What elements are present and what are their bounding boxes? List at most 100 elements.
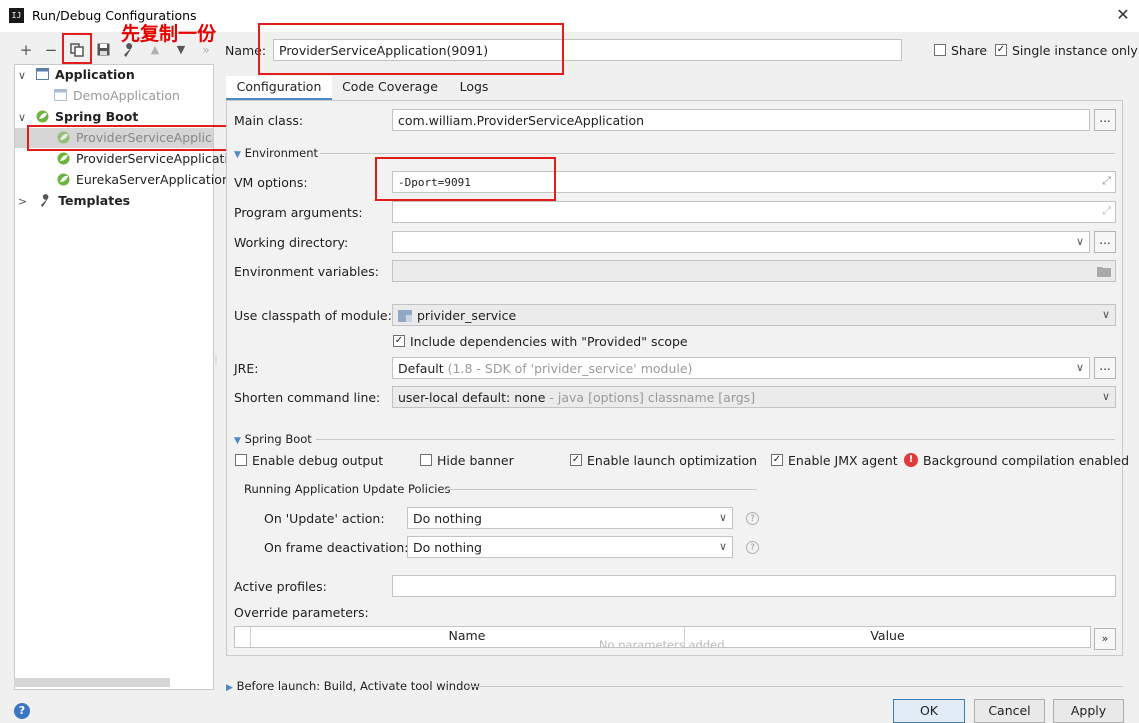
- on-update-select[interactable]: Do nothing ∨: [407, 507, 733, 529]
- tree-node-templates[interactable]: > Templates: [18, 191, 130, 211]
- working-dir-input[interactable]: ∨: [392, 231, 1090, 253]
- chevron-right-icon: >: [18, 195, 28, 208]
- tree-item-demo-application[interactable]: DemoApplication: [54, 86, 180, 106]
- jmx-agent-checkbox[interactable]: ✓: [771, 454, 783, 466]
- jre-field: Default (1.8 - SDK of 'privider_service'…: [398, 361, 692, 376]
- chevron-down-icon: ∨: [718, 540, 727, 553]
- ok-button[interactable]: OK: [893, 699, 965, 723]
- divider: [467, 686, 1123, 687]
- tree-item-label: EurekaServerApplication: [75, 172, 230, 187]
- share-label: Share: [951, 43, 988, 58]
- main-class-browse-button[interactable]: ...: [1094, 109, 1116, 131]
- working-dir-label: Working directory:: [234, 235, 349, 250]
- hide-banner-label: Hide banner: [437, 453, 514, 468]
- chevron-down-icon: ∨: [18, 69, 27, 82]
- expand-field-icon[interactable]: ⤢: [1102, 204, 1111, 218]
- apply-button[interactable]: Apply: [1053, 699, 1124, 723]
- environment-section[interactable]: ▼ Environment: [234, 146, 318, 160]
- tree-label-application: Application: [55, 67, 135, 82]
- help-icon[interactable]: ?: [746, 512, 759, 525]
- debug-output-checkbox[interactable]: [235, 454, 247, 466]
- on-frame-label: On frame deactivation:: [264, 540, 409, 555]
- working-dir-browse-button[interactable]: ...: [1094, 231, 1116, 253]
- spring-boot-section-label: Spring Boot: [244, 432, 312, 446]
- annotation-copy-first: 先复制一份: [121, 23, 217, 45]
- active-profiles-input[interactable]: [392, 575, 1116, 597]
- annotation-box-name: [258, 23, 564, 75]
- main-class-input[interactable]: com.william.ProviderServiceApplication: [392, 109, 1090, 131]
- environment-section-label: Environment: [244, 146, 319, 160]
- save-configuration-button[interactable]: [93, 40, 113, 60]
- include-deps-label: Include dependencies with "Provided" sco…: [410, 334, 688, 349]
- chevron-down-icon: ∨: [718, 511, 727, 524]
- before-launch-label: Before launch: Build, Activate tool wind…: [236, 679, 480, 693]
- tab-configuration[interactable]: Configuration: [226, 76, 332, 100]
- jre-value: Default: [398, 361, 444, 376]
- shorten-field: user-local default: none - java [options…: [398, 390, 755, 405]
- divider: [443, 489, 757, 490]
- main-class-value: com.william.ProviderServiceApplication: [398, 113, 645, 128]
- classpath-value: privider_service: [417, 308, 517, 323]
- chevron-down-icon[interactable]: ∨: [1076, 235, 1084, 248]
- program-args-label: Program arguments:: [234, 205, 363, 220]
- single-instance-checkbox[interactable]: ✓: [995, 44, 1007, 56]
- folder-icon[interactable]: [1097, 266, 1111, 277]
- spring-boot-icon: [36, 110, 49, 123]
- tree-node-application[interactable]: ∨ Application: [18, 65, 135, 85]
- collapse-icon: ▶: [226, 683, 233, 693]
- tree-label-templates: Templates: [58, 193, 131, 208]
- expand-icon: ▼: [234, 150, 241, 160]
- application-icon: [54, 89, 67, 101]
- tree-item-label: DemoApplication: [72, 88, 180, 103]
- on-frame-select[interactable]: Do nothing ∨: [407, 536, 733, 558]
- program-args-input[interactable]: ⤢: [392, 201, 1116, 223]
- classpath-select[interactable]: privider_service ∨: [392, 304, 1116, 326]
- expand-field-icon[interactable]: ⤢: [1102, 174, 1111, 188]
- chevron-down-icon: ∨: [1075, 361, 1084, 374]
- configuration-tree[interactable]: ∨ Application DemoApplication ∨ Spring B…: [14, 64, 244, 690]
- splitter-handle[interactable]: ⋮ ⋮: [212, 354, 220, 372]
- bg-compilation-label: Background compilation enabled: [923, 453, 1130, 468]
- help-button[interactable]: ?: [14, 703, 30, 719]
- active-profiles-label: Active profiles:: [234, 579, 327, 594]
- include-deps-checkbox[interactable]: ✓: [393, 335, 405, 347]
- single-instance-label: Single instance only: [1012, 43, 1138, 58]
- before-launch-section[interactable]: ▶ Before launch: Build, Activate tool wi…: [226, 679, 480, 693]
- help-icon[interactable]: ?: [746, 541, 759, 554]
- launch-optimization-checkbox[interactable]: ✓: [570, 454, 582, 466]
- module-icon: [398, 310, 412, 322]
- shorten-hint: - java [options] classname [args]: [549, 390, 756, 405]
- cancel-button[interactable]: Cancel: [974, 699, 1045, 723]
- remove-configuration-button[interactable]: −: [41, 40, 61, 60]
- override-params-table[interactable]: Name Value No parameters added.: [234, 626, 1091, 648]
- env-vars-input[interactable]: [392, 260, 1116, 282]
- share-checkbox[interactable]: [934, 44, 946, 56]
- shorten-value: user-local default: none: [398, 390, 546, 405]
- add-configuration-button[interactable]: +: [16, 40, 36, 60]
- shorten-select[interactable]: user-local default: none - java [options…: [392, 386, 1116, 408]
- application-icon: [36, 68, 50, 80]
- tree-item-eureka[interactable]: EurekaServerApplication: [57, 170, 230, 190]
- tab-logs[interactable]: Logs: [451, 76, 497, 100]
- hide-banner-checkbox[interactable]: [420, 454, 432, 466]
- spring-boot-icon: [57, 173, 70, 186]
- tree-item-label: ProviderServiceApplication: [75, 151, 244, 166]
- tree-item-provider[interactable]: ProviderServiceApplication: [57, 149, 244, 169]
- expand-parameters-button[interactable]: »: [1094, 628, 1116, 650]
- spring-boot-section[interactable]: ▼ Spring Boot: [234, 432, 312, 446]
- debug-output-label: Enable debug output: [252, 453, 384, 468]
- annotation-box-vm-options: [375, 157, 556, 201]
- divider: [320, 153, 1115, 154]
- close-icon[interactable]: ✕: [1111, 4, 1135, 26]
- wrench-icon: [41, 194, 49, 207]
- tree-node-spring-boot[interactable]: ∨ Spring Boot: [18, 107, 138, 127]
- tree-horizontal-scrollbar[interactable]: [14, 678, 170, 687]
- tab-code-coverage[interactable]: Code Coverage: [337, 76, 443, 100]
- warning-icon: !: [904, 453, 918, 467]
- jre-select[interactable]: Default (1.8 - SDK of 'privider_service'…: [392, 357, 1090, 379]
- vm-options-label: VM options:: [234, 175, 308, 190]
- expand-icon: ▼: [234, 436, 241, 446]
- launch-optimization-label: Enable launch optimization: [587, 453, 758, 468]
- jmx-agent-label: Enable JMX agent: [788, 453, 898, 468]
- jre-browse-button[interactable]: ...: [1094, 357, 1116, 379]
